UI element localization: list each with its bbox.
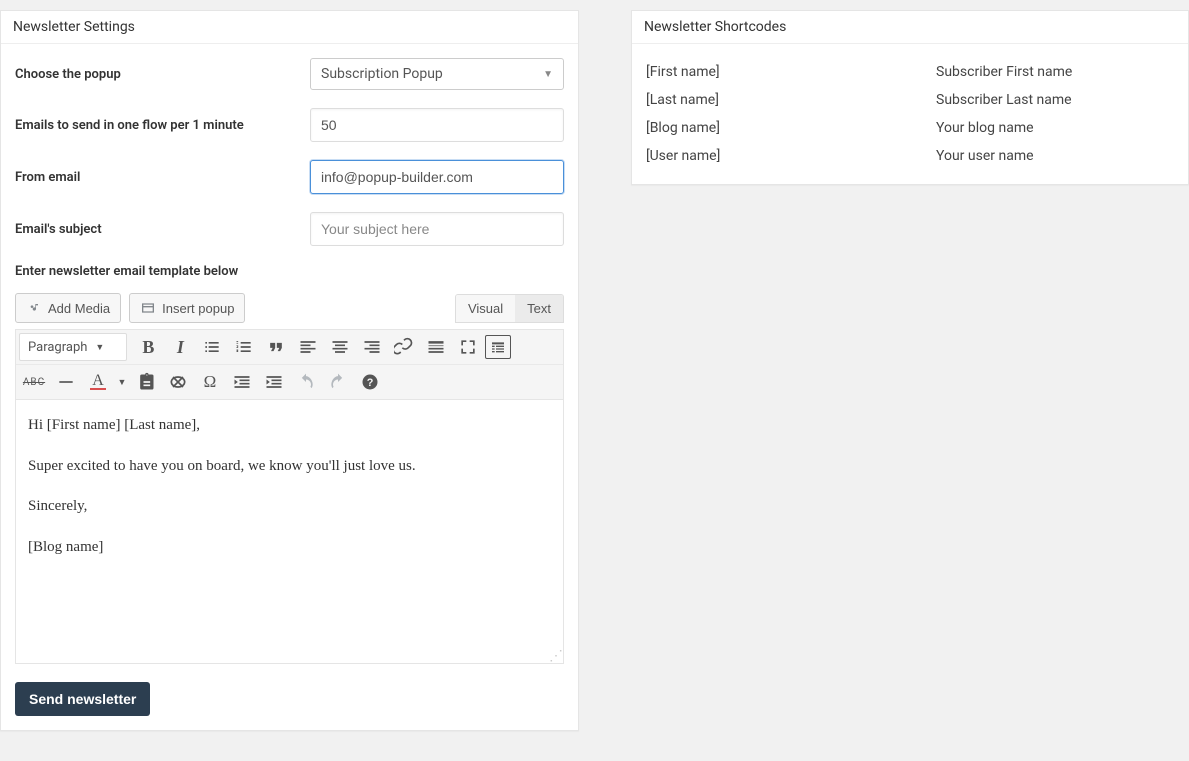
subject-input[interactable] (310, 212, 564, 246)
shortcode-desc: Subscriber Last name (936, 92, 1072, 108)
strikethrough-button[interactable]: ABC (19, 368, 49, 396)
paste-text-button[interactable] (131, 368, 161, 396)
bold-button[interactable]: B (133, 333, 163, 361)
editor-textarea[interactable]: Hi [First name] [Last name], Super excit… (15, 400, 564, 664)
blockquote-button[interactable] (261, 333, 291, 361)
newsletter-shortcodes-panel: Newsletter Shortcodes [First name] Subsc… (631, 10, 1189, 185)
undo-button[interactable] (291, 368, 321, 396)
fullscreen-button[interactable] (453, 333, 483, 361)
add-media-label: Add Media (48, 301, 110, 316)
template-label: Enter newsletter email template below (15, 264, 564, 279)
send-newsletter-button[interactable]: Send newsletter (15, 682, 150, 716)
special-char-button[interactable]: Ω (195, 368, 225, 396)
link-button[interactable] (389, 333, 419, 361)
editor-line: Super excited to have you on board, we k… (28, 455, 551, 478)
paragraph-select[interactable]: Paragraph ▼ (19, 333, 127, 361)
emails-flow-label: Emails to send in one flow per 1 minute (15, 118, 310, 133)
horizontal-rule-button[interactable] (51, 368, 81, 396)
editor-line: [Blog name] (28, 536, 551, 559)
from-email-label: From email (15, 170, 310, 185)
shortcode-desc: Your user name (936, 148, 1034, 164)
shortcode-code: [Last name] (646, 92, 936, 108)
numbered-list-button[interactable] (229, 333, 259, 361)
text-color-dropdown[interactable]: ▼ (115, 368, 129, 396)
shortcode-code: [First name] (646, 64, 936, 80)
editor-tabs: Visual Text (455, 294, 564, 323)
caret-down-icon: ▼ (95, 342, 104, 353)
shortcode-code: [Blog name] (646, 120, 936, 136)
align-right-button[interactable] (357, 333, 387, 361)
help-button[interactable]: ? (355, 368, 385, 396)
shortcode-desc: Subscriber First name (936, 64, 1072, 80)
chevron-down-icon: ▼ (543, 69, 553, 80)
emails-flow-input[interactable] (310, 108, 564, 142)
add-media-button[interactable]: Add Media (15, 293, 121, 323)
shortcode-code: [User name] (646, 148, 936, 164)
toolbar-toggle-button[interactable] (485, 335, 511, 359)
shortcode-desc: Your blog name (936, 120, 1034, 136)
editor-toolbar: Paragraph ▼ B I ABC (15, 329, 564, 400)
insert-popup-label: Insert popup (162, 301, 234, 316)
panel-title: Newsletter Settings (1, 11, 578, 44)
clear-formatting-button[interactable] (163, 368, 193, 396)
shortcode-row: [Last name] Subscriber Last name (646, 86, 1174, 114)
subject-label: Email's subject (15, 222, 310, 237)
tab-visual[interactable]: Visual (456, 295, 515, 322)
redo-button[interactable] (323, 368, 353, 396)
align-left-button[interactable] (293, 333, 323, 361)
insert-popup-button[interactable]: Insert popup (129, 293, 245, 323)
outdent-button[interactable] (227, 368, 257, 396)
shortcode-row: [Blog name] Your blog name (646, 114, 1174, 142)
bullet-list-button[interactable] (197, 333, 227, 361)
choose-popup-select[interactable]: Subscription Popup ▼ (310, 58, 564, 90)
shortcode-row: [User name] Your user name (646, 142, 1174, 170)
layout-icon (140, 300, 156, 316)
panel-title: Newsletter Shortcodes (632, 11, 1188, 44)
italic-button[interactable]: I (165, 333, 195, 361)
indent-button[interactable] (259, 368, 289, 396)
shortcode-row: [First name] Subscriber First name (646, 58, 1174, 86)
newsletter-settings-panel: Newsletter Settings Choose the popup Sub… (0, 10, 579, 731)
resize-grip-icon[interactable]: ⋰ (549, 653, 561, 661)
text-color-button[interactable]: A (83, 368, 113, 396)
editor-line: Sincerely, (28, 495, 551, 518)
editor-line: Hi [First name] [Last name], (28, 414, 551, 437)
choose-popup-value: Subscription Popup (321, 66, 443, 82)
from-email-input[interactable] (310, 160, 564, 194)
tab-text[interactable]: Text (515, 295, 563, 322)
svg-text:?: ? (367, 377, 374, 389)
choose-popup-label: Choose the popup (15, 67, 310, 82)
camera-music-icon (26, 300, 42, 316)
insert-more-button[interactable] (421, 333, 451, 361)
align-center-button[interactable] (325, 333, 355, 361)
